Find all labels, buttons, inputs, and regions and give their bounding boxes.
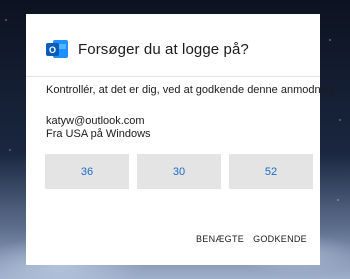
code-option-button[interactable]: 30 <box>137 154 221 189</box>
dialog-header: O Forsøger du at logge på? <box>46 38 249 60</box>
account-info: katyw@outlook.com Fra USA på Windows <box>46 115 151 141</box>
header-divider <box>26 76 320 77</box>
instruction-text: Kontrollér, at det er dig, ved at godken… <box>46 84 336 96</box>
account-location: Fra USA på Windows <box>46 128 151 140</box>
outlook-icon-letter: O <box>46 43 59 56</box>
outlook-icon: O <box>46 38 68 60</box>
deny-button[interactable]: BENÆGTE <box>196 234 244 244</box>
number-match-options: 36 30 52 <box>45 154 313 189</box>
code-option-button[interactable]: 52 <box>229 154 313 189</box>
dialog-actions: BENÆGTE GODKENDE <box>196 234 307 244</box>
code-option-button[interactable]: 36 <box>45 154 129 189</box>
account-email: katyw@outlook.com <box>46 115 145 127</box>
dialog-title: Forsøger du at logge på? <box>78 40 249 58</box>
sign-in-approval-dialog: O Forsøger du at logge på? Kontrollér, a… <box>26 14 336 265</box>
approve-button[interactable]: GODKENDE <box>253 234 307 244</box>
